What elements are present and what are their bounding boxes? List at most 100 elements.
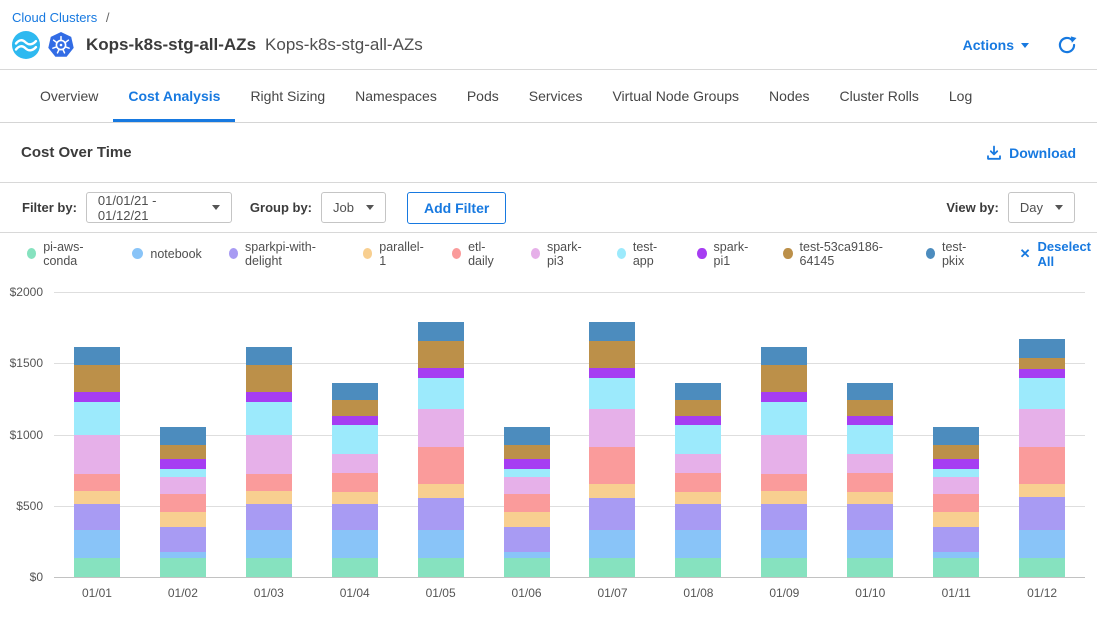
bar-segment-sparkpi-with-delight[interactable]: [847, 504, 893, 530]
bar-segment-spark-pi3[interactable]: [332, 454, 378, 473]
bar-segment-spark-pi3[interactable]: [1019, 409, 1065, 447]
bar-segment-parallel-1[interactable]: [675, 492, 721, 504]
bar-segment-test-53ca9186-64145[interactable]: [933, 445, 979, 459]
bar-segment-pi-aws-conda[interactable]: [74, 558, 120, 577]
bar-segment-test-53ca9186-64145[interactable]: [246, 365, 292, 392]
actions-button[interactable]: Actions: [963, 37, 1029, 53]
bar-segment-test-app[interactable]: [418, 378, 464, 409]
bar-segment-sparkpi-with-delight[interactable]: [160, 527, 206, 552]
bar-segment-etl-daily[interactable]: [74, 474, 120, 491]
bar-segment-etl-daily[interactable]: [160, 494, 206, 512]
bar-segment-test-app[interactable]: [246, 402, 292, 435]
bar-segment-test-app[interactable]: [847, 425, 893, 455]
bar-segment-spark-pi3[interactable]: [504, 477, 550, 495]
bar-segment-spark-pi1[interactable]: [589, 368, 635, 377]
deselect-all-button[interactable]: ✕Deselect All: [1020, 239, 1097, 269]
tab-pods[interactable]: Pods: [452, 70, 514, 122]
bar-segment-sparkpi-with-delight[interactable]: [74, 504, 120, 530]
bar-segment-sparkpi-with-delight[interactable]: [246, 504, 292, 530]
legend-item-test-pkix[interactable]: test-pkix: [926, 240, 981, 268]
legend-item-sparkpi-with-delight[interactable]: sparkpi-with-delight: [229, 240, 336, 268]
bar-segment-test-pkix[interactable]: [589, 322, 635, 341]
bar-segment-spark-pi3[interactable]: [761, 435, 807, 474]
bar-segment-spark-pi3[interactable]: [589, 409, 635, 447]
bar-segment-pi-aws-conda[interactable]: [761, 558, 807, 577]
bar-segment-test-pkix[interactable]: [1019, 339, 1065, 358]
tab-cost-analysis[interactable]: Cost Analysis: [113, 70, 235, 122]
legend-item-spark-pi1[interactable]: spark-pi1: [697, 240, 756, 268]
bar-segment-spark-pi1[interactable]: [246, 392, 292, 402]
bar-segment-test-pkix[interactable]: [761, 347, 807, 365]
bar-segment-parallel-1[interactable]: [74, 491, 120, 505]
tab-overview[interactable]: Overview: [25, 70, 113, 122]
bar-segment-notebook[interactable]: [332, 530, 378, 559]
bar-segment-test-app[interactable]: [1019, 378, 1065, 409]
bar-segment-parallel-1[interactable]: [933, 512, 979, 527]
bar-segment-pi-aws-conda[interactable]: [504, 558, 550, 577]
bar-segment-spark-pi1[interactable]: [761, 392, 807, 402]
bar-segment-test-pkix[interactable]: [847, 383, 893, 401]
bar-segment-test-pkix[interactable]: [418, 322, 464, 341]
bar-segment-test-pkix[interactable]: [933, 427, 979, 445]
add-filter-button[interactable]: Add Filter: [407, 192, 506, 224]
legend-item-test-app[interactable]: test-app: [617, 240, 671, 268]
bar-segment-test-app[interactable]: [332, 425, 378, 455]
bar-segment-etl-daily[interactable]: [933, 494, 979, 512]
bar-segment-notebook[interactable]: [675, 530, 721, 559]
bar-segment-test-app[interactable]: [761, 402, 807, 435]
bar-segment-parallel-1[interactable]: [418, 484, 464, 498]
legend-item-spark-pi3[interactable]: spark-pi3: [531, 240, 590, 268]
bar-segment-sparkpi-with-delight[interactable]: [504, 527, 550, 552]
bar-segment-etl-daily[interactable]: [675, 473, 721, 492]
bar-segment-notebook[interactable]: [761, 530, 807, 559]
bar-segment-parallel-1[interactable]: [332, 492, 378, 504]
legend-item-etl-daily[interactable]: etl-daily: [452, 240, 504, 268]
bar-segment-etl-daily[interactable]: [847, 473, 893, 492]
bar-segment-sparkpi-with-delight[interactable]: [933, 527, 979, 552]
bar-segment-etl-daily[interactable]: [1019, 447, 1065, 484]
bar-segment-spark-pi1[interactable]: [1019, 369, 1065, 378]
bar-segment-sparkpi-with-delight[interactable]: [418, 498, 464, 530]
bar-segment-sparkpi-with-delight[interactable]: [589, 498, 635, 530]
bar-segment-parallel-1[interactable]: [246, 491, 292, 505]
bar-segment-spark-pi3[interactable]: [847, 454, 893, 473]
bar-segment-test-53ca9186-64145[interactable]: [675, 400, 721, 416]
bar-segment-notebook[interactable]: [418, 530, 464, 559]
bar-segment-test-53ca9186-64145[interactable]: [847, 400, 893, 416]
bar-segment-sparkpi-with-delight[interactable]: [675, 504, 721, 530]
bar-segment-etl-daily[interactable]: [246, 474, 292, 491]
bar-segment-test-app[interactable]: [675, 425, 721, 455]
breadcrumb-link[interactable]: Cloud Clusters: [12, 10, 97, 25]
bar-segment-pi-aws-conda[interactable]: [675, 558, 721, 577]
bar-segment-pi-aws-conda[interactable]: [418, 558, 464, 577]
bar-segment-parallel-1[interactable]: [847, 492, 893, 504]
bar-segment-spark-pi3[interactable]: [246, 435, 292, 474]
bar-segment-sparkpi-with-delight[interactable]: [761, 504, 807, 530]
bar-segment-parallel-1[interactable]: [160, 512, 206, 527]
refresh-icon[interactable]: [1057, 35, 1077, 55]
bar-segment-test-pkix[interactable]: [675, 383, 721, 401]
bar-segment-spark-pi1[interactable]: [418, 368, 464, 377]
bar-segment-test-53ca9186-64145[interactable]: [761, 365, 807, 392]
bar-segment-test-pkix[interactable]: [246, 347, 292, 365]
bar-segment-test-app[interactable]: [74, 402, 120, 435]
bar-segment-test-53ca9186-64145[interactable]: [589, 341, 635, 369]
bar-segment-spark-pi1[interactable]: [933, 459, 979, 468]
bar-segment-pi-aws-conda[interactable]: [589, 558, 635, 577]
bar-segment-test-53ca9186-64145[interactable]: [332, 400, 378, 416]
bar-segment-spark-pi1[interactable]: [332, 416, 378, 425]
bar-segment-spark-pi3[interactable]: [74, 435, 120, 474]
bar-segment-test-pkix[interactable]: [74, 347, 120, 365]
download-button[interactable]: Download: [986, 145, 1076, 161]
bar-segment-test-53ca9186-64145[interactable]: [74, 365, 120, 392]
bar-segment-test-53ca9186-64145[interactable]: [418, 341, 464, 369]
bar-segment-test-app[interactable]: [504, 469, 550, 477]
bar-segment-notebook[interactable]: [246, 530, 292, 559]
bar-segment-sparkpi-with-delight[interactable]: [332, 504, 378, 530]
bar-segment-spark-pi1[interactable]: [74, 392, 120, 402]
bar-segment-pi-aws-conda[interactable]: [246, 558, 292, 577]
bar-segment-notebook[interactable]: [847, 530, 893, 559]
bar-segment-sparkpi-with-delight[interactable]: [1019, 497, 1065, 530]
bar-segment-spark-pi1[interactable]: [847, 416, 893, 425]
bar-segment-test-53ca9186-64145[interactable]: [160, 445, 206, 459]
